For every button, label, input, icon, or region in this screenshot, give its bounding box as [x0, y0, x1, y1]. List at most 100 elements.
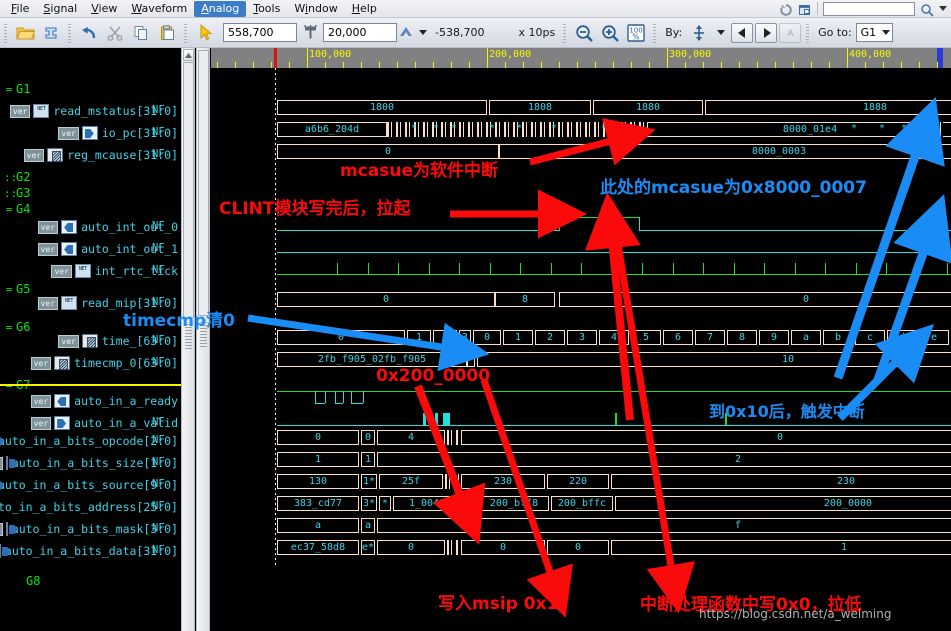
goto-combo[interactable]: G1	[855, 23, 894, 42]
menu-signal[interactable]: Signal	[36, 1, 84, 17]
bus-source[interactable]: 1*	[361, 474, 377, 489]
bus-source[interactable]: 230	[461, 474, 545, 489]
bus-source[interactable]: 130	[277, 474, 359, 489]
prev-edge-button[interactable]	[731, 22, 754, 43]
bus-time[interactable]: a	[791, 330, 821, 345]
menu-analog[interactable]: Analog	[194, 0, 247, 17]
edge-mode-icon[interactable]	[687, 21, 711, 45]
next-edge-button[interactable]	[755, 22, 778, 43]
bus-data[interactable]: 0	[547, 540, 609, 555]
bus-time[interactable]: 0	[473, 330, 501, 345]
bus-address-noise[interactable]	[463, 496, 477, 511]
bus-timecmp-0[interactable]: 2fb_f905_02fb_f905	[277, 352, 467, 367]
goto-chevron-down-icon[interactable]	[882, 30, 891, 35]
names-scroll-thumb[interactable]	[183, 62, 194, 318]
chevron-down-icon[interactable]	[939, 6, 947, 11]
menu-help[interactable]: Help	[345, 1, 384, 17]
bus-time[interactable]: 1	[503, 330, 533, 345]
bus-opcode[interactable]: 0	[361, 430, 375, 445]
bus-source[interactable]: 230	[611, 474, 951, 489]
signal-row-auto_in_a_ready[interactable]: ver auto_in_a_ready	[0, 390, 181, 412]
toolbar-grip-3[interactable]	[183, 21, 189, 44]
bus-time[interactable]: 5	[631, 330, 661, 345]
bus-data[interactable]: 0	[377, 540, 445, 555]
bus-opcode[interactable]: 0	[277, 430, 359, 445]
bus-address[interactable]: 200_bffc	[551, 496, 613, 511]
undo-icon[interactable]	[77, 21, 101, 45]
bus-source[interactable]: 25f	[379, 474, 443, 489]
signal-group-g8[interactable]: G8	[0, 570, 181, 592]
bus-address[interactable]: 200_bff8	[479, 496, 549, 511]
menu-window[interactable]: Window	[287, 1, 344, 17]
cursor-marker[interactable]	[274, 48, 277, 68]
bus-read-mstatus[interactable]: 1880	[593, 100, 703, 115]
zoom-in-icon[interactable]	[598, 21, 622, 45]
bus-address[interactable]: 383_cd77	[277, 496, 359, 511]
bus-time[interactable]: c	[855, 330, 885, 345]
zoom-out-icon[interactable]	[572, 21, 596, 45]
bus-mask[interactable]: f	[377, 518, 951, 533]
cut-icon[interactable]	[103, 21, 127, 45]
bus-read-mip[interactable]: 0	[277, 292, 495, 307]
bus-timecmp-0[interactable]: 10	[477, 352, 951, 367]
bus-time[interactable]: 9	[759, 330, 789, 345]
bus-time[interactable]: 1	[407, 330, 431, 345]
bus-data[interactable]: 1	[611, 540, 951, 555]
group-expand-icon[interactable]: =	[4, 203, 14, 216]
search-zoom-icon[interactable]	[920, 2, 934, 17]
bus-time[interactable]: 4	[599, 330, 629, 345]
bus-time[interactable]: 8	[727, 330, 757, 345]
signal-group-g1[interactable]: = G1	[0, 78, 181, 100]
delta-time-field[interactable]: 20,000	[323, 23, 397, 42]
signal-names-pane[interactable]: =G1verread_mstatus[31:0]verio_pc[31:0]ve…	[0, 48, 181, 631]
reload-icon[interactable]	[39, 21, 63, 45]
bus-time[interactable]: 6	[663, 330, 693, 345]
zoom-fit-icon[interactable]: 100 %	[624, 21, 648, 45]
bus-size[interactable]: 2	[377, 452, 951, 467]
bus-read-mstatus[interactable]: 1808	[489, 100, 591, 115]
bus-timecmp-0-gap[interactable]	[467, 352, 475, 367]
bus-reg-mcause[interactable]: 8000_0003	[499, 144, 951, 159]
bus-address[interactable]: 1_0040	[393, 496, 461, 511]
bus-read-mstatus[interactable]: 1800	[277, 100, 487, 115]
bus-time[interactable]: 0	[277, 330, 405, 345]
triangle-up-icon[interactable]	[400, 27, 416, 38]
restore-window-icon[interactable]	[798, 2, 812, 16]
bus-io-pc[interactable]: a6b6_204d	[277, 122, 387, 137]
bus-data-noise[interactable]	[447, 540, 459, 555]
bus-time[interactable]: 2	[433, 330, 457, 345]
group-expand-icon[interactable]: =	[4, 83, 14, 96]
by-dropdown-icon[interactable]	[717, 30, 726, 35]
bus-time[interactable]: b	[823, 330, 853, 345]
bus-time[interactable]: 7	[695, 330, 725, 345]
menu-file[interactable]: File	[4, 1, 36, 17]
cursor-arrow-icon[interactable]	[194, 21, 218, 45]
time-dropdown-icon[interactable]	[419, 30, 427, 35]
bus-time[interactable]: d	[887, 330, 917, 345]
bus-read-mip[interactable]: 0	[559, 292, 951, 307]
scroll-up-arrow-icon[interactable]	[183, 49, 194, 61]
bus-io-pc-noise-c[interactable]	[909, 122, 943, 137]
bus-mask[interactable]: a	[277, 518, 359, 533]
toolbar-grip-5[interactable]	[652, 21, 659, 44]
bus-opcode[interactable]: 4	[377, 430, 445, 445]
toolbar-grip[interactable]	[3, 21, 9, 44]
open-folder-icon[interactable]	[13, 21, 37, 45]
time-ruler[interactable]: 100,000 200,000 300,000 400,000	[211, 48, 951, 68]
bus-read-mip[interactable]: 8	[495, 292, 555, 307]
menu-tools[interactable]: Tools	[246, 1, 287, 17]
wave-vertical-scrollbar[interactable]	[196, 48, 210, 631]
bus-source-noise[interactable]	[445, 474, 459, 489]
bus-size[interactable]: 1	[277, 452, 359, 467]
bus-opcode-noise[interactable]	[447, 430, 459, 445]
bus-data[interactable]: e*	[361, 540, 375, 555]
names-vertical-scrollbar[interactable]	[181, 48, 195, 631]
bus-address[interactable]: 200_0000	[615, 496, 951, 511]
bus-data[interactable]: ec37_58d8	[277, 540, 359, 555]
probe-icon[interactable]	[298, 21, 322, 45]
toolbar-grip-6[interactable]	[805, 21, 812, 44]
bus-size[interactable]: 1	[361, 452, 375, 467]
bus-source[interactable]: 220	[547, 474, 609, 489]
refresh-icon[interactable]	[779, 2, 793, 16]
paste-icon[interactable]	[155, 21, 179, 45]
